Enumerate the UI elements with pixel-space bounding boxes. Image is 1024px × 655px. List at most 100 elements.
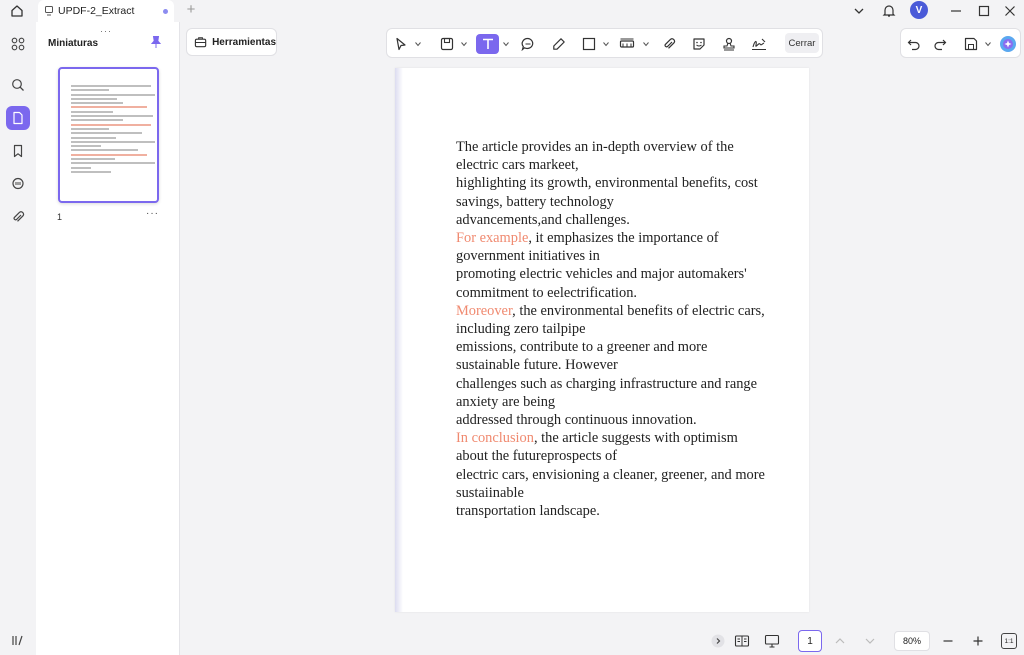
zoom-out-icon[interactable] <box>938 631 958 651</box>
chevron-down-icon[interactable] <box>643 41 649 47</box>
page-layout-icon[interactable] <box>732 631 752 651</box>
text-line[interactable]: In conclusion, the article suggests with… <box>456 429 796 447</box>
document-viewer[interactable]: The article provides an in-depth overvie… <box>180 62 1024 625</box>
notification-bell-icon[interactable] <box>880 2 898 20</box>
close-edit-button[interactable]: Cerrar <box>785 33 819 53</box>
presentation-icon[interactable] <box>762 631 782 651</box>
next-page-icon[interactable] <box>860 631 880 651</box>
chevron-down-icon[interactable] <box>461 41 467 47</box>
text-line[interactable]: Moreover, the environmental benefits of … <box>456 302 796 320</box>
tab-doc-icon <box>45 6 53 16</box>
close-window-icon[interactable] <box>1001 2 1019 20</box>
line-text: , the environmental benefits of electric… <box>512 302 765 319</box>
maximize-icon[interactable] <box>975 2 993 20</box>
tools-label: Herramientas <box>212 36 276 48</box>
line-text: government initiatives in <box>456 248 600 265</box>
bookmark-icon[interactable] <box>6 139 30 163</box>
minimize-icon[interactable] <box>947 2 965 20</box>
text-line[interactable]: sustaiinable <box>456 484 796 502</box>
expand-arrow-icon[interactable] <box>708 631 728 651</box>
text-line[interactable]: sustainable future. However <box>456 356 796 374</box>
text-line[interactable]: government initiatives in <box>456 247 796 265</box>
page-edge-shade <box>395 68 403 612</box>
thumbnails-page-icon[interactable] <box>6 106 30 130</box>
save-frame-icon[interactable] <box>437 34 457 54</box>
chevron-down-icon[interactable] <box>503 41 509 47</box>
text-line[interactable]: transportation landscape. <box>456 502 796 520</box>
new-tab-plus-icon[interactable]: + <box>184 2 198 18</box>
text-line[interactable]: anxiety are being <box>456 393 796 411</box>
line-text: , the article suggests with optimism <box>533 430 738 447</box>
text-line[interactable]: electric cars, envisioning a cleaner, gr… <box>456 466 796 484</box>
chevron-down-icon[interactable] <box>415 41 421 47</box>
text-line[interactable]: about the futureprospects of <box>456 447 796 465</box>
chevron-down-icon[interactable] <box>985 41 991 47</box>
tools-button[interactable]: Herramientas <box>186 28 277 56</box>
text-line[interactable]: commitment to eelectrification. <box>456 284 796 302</box>
home-icon[interactable] <box>8 2 26 20</box>
save-disk-icon[interactable] <box>961 34 981 54</box>
tab-title: UPDF-2_Extract <box>58 5 135 17</box>
text-line[interactable]: challenges such as charging infrastructu… <box>456 375 796 393</box>
line-text: sustaiinable <box>456 484 524 501</box>
text-line[interactable]: promoting electric vehicles and major au… <box>456 265 796 283</box>
previous-page-icon[interactable] <box>830 631 850 651</box>
text-line[interactable]: The article provides an in-depth overvie… <box>456 138 796 156</box>
stamp-measure-icon[interactable] <box>617 34 637 54</box>
user-avatar[interactable]: V <box>910 1 928 19</box>
text-line[interactable]: electric cars markeet, <box>456 156 796 174</box>
text-line[interactable]: advancements,and challenges. <box>456 211 796 229</box>
panel-resize-grip[interactable]: ··· <box>100 26 112 36</box>
signature-icon[interactable] <box>749 34 769 54</box>
right-toolbar <box>900 28 1021 58</box>
search-icon[interactable] <box>6 73 30 97</box>
pdf-page[interactable]: The article provides an in-depth overvie… <box>395 68 809 612</box>
text-line[interactable]: savings, battery technology <box>456 193 796 211</box>
line-text: commitment to eelectrification. <box>456 284 638 301</box>
zoom-in-icon[interactable] <box>968 631 988 651</box>
stamp-icon[interactable] <box>719 34 739 54</box>
left-rail <box>0 22 36 655</box>
select-pointer-icon[interactable] <box>391 34 411 54</box>
panel-title: Miniaturas <box>48 38 99 49</box>
line-text: , it emphasizes the importance of <box>528 230 719 247</box>
ai-assistant-icon[interactable] <box>998 34 1018 54</box>
chevron-down-icon[interactable] <box>603 41 609 47</box>
text-tool-icon[interactable] <box>476 34 499 54</box>
text-line[interactable]: including zero tailpipe <box>456 320 796 338</box>
text-line[interactable]: emissions, contribute to a greener and m… <box>456 338 796 356</box>
chevron-down-icon[interactable] <box>850 2 868 20</box>
text-line[interactable]: For example, it emphasizes the importanc… <box>456 229 796 247</box>
line-text: about the futureprospects of <box>456 448 618 465</box>
page-text-block[interactable]: The article provides an in-depth overvie… <box>456 138 796 520</box>
sticker-icon[interactable] <box>689 34 709 54</box>
attach-clip-icon[interactable] <box>659 34 679 54</box>
line-text: highlighting its growth, environmental b… <box>456 175 758 192</box>
status-bar: 1 80% 1:1 <box>706 629 1024 653</box>
highlighted-phrase[interactable]: In conclusion <box>456 430 534 446</box>
pin-icon[interactable] <box>149 35 163 49</box>
line-text: The article provides an in-depth overvie… <box>456 139 734 155</box>
layers-icon[interactable] <box>6 628 30 652</box>
redo-icon[interactable] <box>930 34 950 54</box>
highlighted-phrase[interactable]: For example <box>456 230 528 246</box>
line-text: emissions, contribute to a greener and m… <box>456 339 708 356</box>
attachment-icon[interactable] <box>6 205 30 229</box>
comment-bubble-icon[interactable] <box>518 34 538 54</box>
undo-icon[interactable] <box>904 34 924 54</box>
page-thumbnail[interactable] <box>58 67 159 203</box>
comments-icon[interactable] <box>6 172 30 196</box>
actual-size-button[interactable]: 1:1 <box>1001 633 1017 649</box>
line-text: electric cars markeet, <box>456 157 579 174</box>
text-line[interactable]: addressed through continuous innovation. <box>456 411 796 429</box>
zoom-level[interactable]: 80% <box>894 631 930 651</box>
rectangle-shape-icon[interactable] <box>579 34 599 54</box>
more-options-icon[interactable]: ··· <box>146 208 159 219</box>
current-page-input[interactable]: 1 <box>798 630 822 652</box>
text-line[interactable]: highlighting its growth, environmental b… <box>456 174 796 192</box>
highlighted-phrase[interactable]: Moreover <box>456 303 512 319</box>
highlighter-pen-icon[interactable] <box>549 34 569 54</box>
thumbnails-panel: ··· Miniaturas 1 ··· <box>36 22 180 655</box>
organize-grid-icon[interactable] <box>6 32 30 56</box>
document-tab[interactable]: UPDF-2_Extract <box>38 0 174 22</box>
